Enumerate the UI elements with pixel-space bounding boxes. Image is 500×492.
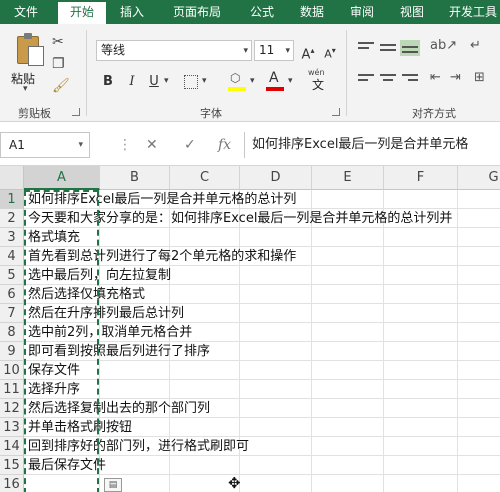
row-header-9[interactable]: 9 xyxy=(0,342,24,361)
row-header-16[interactable]: 16 xyxy=(0,475,24,492)
paste-button[interactable]: 粘贴 ▾ xyxy=(8,28,48,94)
font-name-select[interactable]: 等线 ▾ xyxy=(96,40,252,61)
middle-align-icon[interactable] xyxy=(380,42,396,54)
bold-button[interactable]: B xyxy=(100,72,116,92)
merge-center-icon[interactable]: ⊞ xyxy=(474,70,485,85)
fill-color-icon[interactable]: ⬡ xyxy=(228,72,246,92)
tab-view[interactable]: 视图 xyxy=(392,0,432,24)
row-header-15[interactable]: 15 xyxy=(0,456,24,475)
tab-review[interactable]: 审阅 xyxy=(342,0,382,24)
group-divider xyxy=(86,30,87,116)
copy-icon[interactable]: ❐ xyxy=(52,56,65,72)
row-header-3[interactable]: 3 xyxy=(0,228,24,247)
tab-data[interactable]: 数据 xyxy=(292,0,332,24)
paste-options-icon[interactable]: ▤ xyxy=(104,478,122,492)
orientation-icon[interactable]: ab↗ xyxy=(430,38,457,53)
tab-page-layout[interactable]: 页面布局 xyxy=(160,0,234,24)
row-header-8[interactable]: 8 xyxy=(0,323,24,342)
row-header-4[interactable]: 4 xyxy=(0,247,24,266)
cancel-icon[interactable]: ✕ xyxy=(146,134,158,156)
grow-font-button[interactable]: A▴ xyxy=(300,41,316,62)
formula-divider xyxy=(244,132,245,158)
row-header-2[interactable]: 2 xyxy=(0,209,24,228)
border-dropdown-icon[interactable]: ▾ xyxy=(202,76,207,86)
font-size-select[interactable]: 11 ▾ xyxy=(254,40,294,61)
row-header-7[interactable]: 7 xyxy=(0,304,24,323)
name-box-value: A1 xyxy=(9,138,25,152)
top-align-icon[interactable] xyxy=(358,42,374,54)
tab-developer[interactable]: 开发工具 xyxy=(442,0,500,24)
row-header-12[interactable]: 12 xyxy=(0,399,24,418)
group-divider xyxy=(346,30,347,116)
ribbon-home: 粘贴 ▾ ✂ ❐ 🖌 剪贴板 等线 ▾ 11 ▾ A▴ A▾ B I U ▾ ▾ xyxy=(0,24,500,122)
row-header-1[interactable]: 1 xyxy=(0,190,24,209)
chevron-down-icon: ▾ xyxy=(285,46,290,56)
column-header-g[interactable]: G xyxy=(458,166,500,190)
fx-label: fx xyxy=(218,137,232,153)
worksheet-grid[interactable]: ABCDEFG 1 2 3 4 5 6 7 8 9 10 11 12 13 14 15 16 如何排序Exce… xyxy=(0,166,500,492)
italic-button[interactable]: I xyxy=(124,72,140,92)
row-header-11[interactable]: 11 xyxy=(0,380,24,399)
tab-insert[interactable]: 插入 xyxy=(112,0,152,24)
font-color-icon[interactable]: A xyxy=(266,70,284,92)
clipboard-group-label: 剪贴板 xyxy=(18,107,51,120)
tab-file[interactable]: 文件 xyxy=(0,0,52,24)
cut-icon[interactable]: ✂ xyxy=(52,34,64,50)
name-box[interactable]: A1 ▾ xyxy=(0,132,90,158)
align-right-icon[interactable] xyxy=(402,74,418,86)
increase-indent-icon[interactable]: ⇥ xyxy=(450,70,461,85)
align-left-icon[interactable] xyxy=(358,74,374,86)
bottom-align-icon[interactable] xyxy=(400,40,420,56)
row-header-14[interactable]: 14 xyxy=(0,437,24,456)
tab-home[interactable]: 开始 xyxy=(58,2,106,24)
ribbon-tab-bar: 文件 开始 插入 页面布局 公式 数据 审阅 视图 开发工具 xyxy=(0,0,500,24)
formula-bar: A1 ▾ ⋮ ✕ ✓ fx 如何排序Excel最后一列是合并单元格 xyxy=(0,122,500,166)
shrink-font-button[interactable]: A▾ xyxy=(322,41,338,61)
column-header-d[interactable]: D xyxy=(240,166,312,190)
row-header-13[interactable]: 13 xyxy=(0,418,24,437)
paste-dropdown-icon: ▾ xyxy=(23,84,28,94)
fill-dropdown-icon[interactable]: ▾ xyxy=(250,76,255,86)
clipboard-launcher-icon[interactable] xyxy=(72,108,80,116)
underline-button[interactable]: U xyxy=(146,72,162,92)
tab-formulas[interactable]: 公式 xyxy=(242,0,282,24)
column-header-a[interactable]: A xyxy=(24,166,100,190)
drag-handle-icon[interactable]: ⋮ xyxy=(118,136,132,154)
chevron-down-icon: ▾ xyxy=(243,46,248,56)
underline-dropdown-icon[interactable]: ▾ xyxy=(164,76,169,86)
row-header-5[interactable]: 5 xyxy=(0,266,24,285)
shrink-font-label: A xyxy=(324,47,332,61)
phonetic-icon: 文 xyxy=(312,78,325,92)
border-icon[interactable] xyxy=(184,75,198,89)
column-header-b[interactable]: B xyxy=(100,166,170,190)
move-cursor-icon: ✥ xyxy=(228,474,241,492)
sheet-icon xyxy=(28,46,44,66)
format-painter-icon[interactable]: 🖌 xyxy=(52,78,70,94)
select-all-corner[interactable] xyxy=(0,166,24,190)
phonetic-button[interactable]: wén 文 xyxy=(304,68,332,92)
column-header-c[interactable]: C xyxy=(170,166,240,190)
row-header-10[interactable]: 10 xyxy=(0,361,24,380)
copy-marquee xyxy=(24,190,99,492)
align-center-icon[interactable] xyxy=(380,74,396,86)
insert-function-icon[interactable]: fx xyxy=(218,134,231,156)
font-name-value: 等线 xyxy=(101,43,126,57)
font-color-dropdown-icon[interactable]: ▾ xyxy=(288,76,293,86)
font-launcher-icon[interactable] xyxy=(332,108,340,116)
wrap-text-icon[interactable]: ↵ xyxy=(470,38,481,53)
formula-input[interactable]: 如何排序Excel最后一列是合并单元格 xyxy=(252,132,500,158)
decrease-indent-icon[interactable]: ⇤ xyxy=(430,70,441,85)
enter-icon[interactable]: ✓ xyxy=(184,134,196,156)
alignment-group-label: 对齐方式 xyxy=(412,107,456,120)
row-header-6[interactable]: 6 xyxy=(0,285,24,304)
column-header-f[interactable]: F xyxy=(384,166,458,190)
chevron-down-icon[interactable]: ▾ xyxy=(78,133,83,157)
font-group-label: 字体 xyxy=(200,107,222,120)
column-header-e[interactable]: E xyxy=(312,166,384,190)
font-size-value: 11 xyxy=(259,43,275,57)
